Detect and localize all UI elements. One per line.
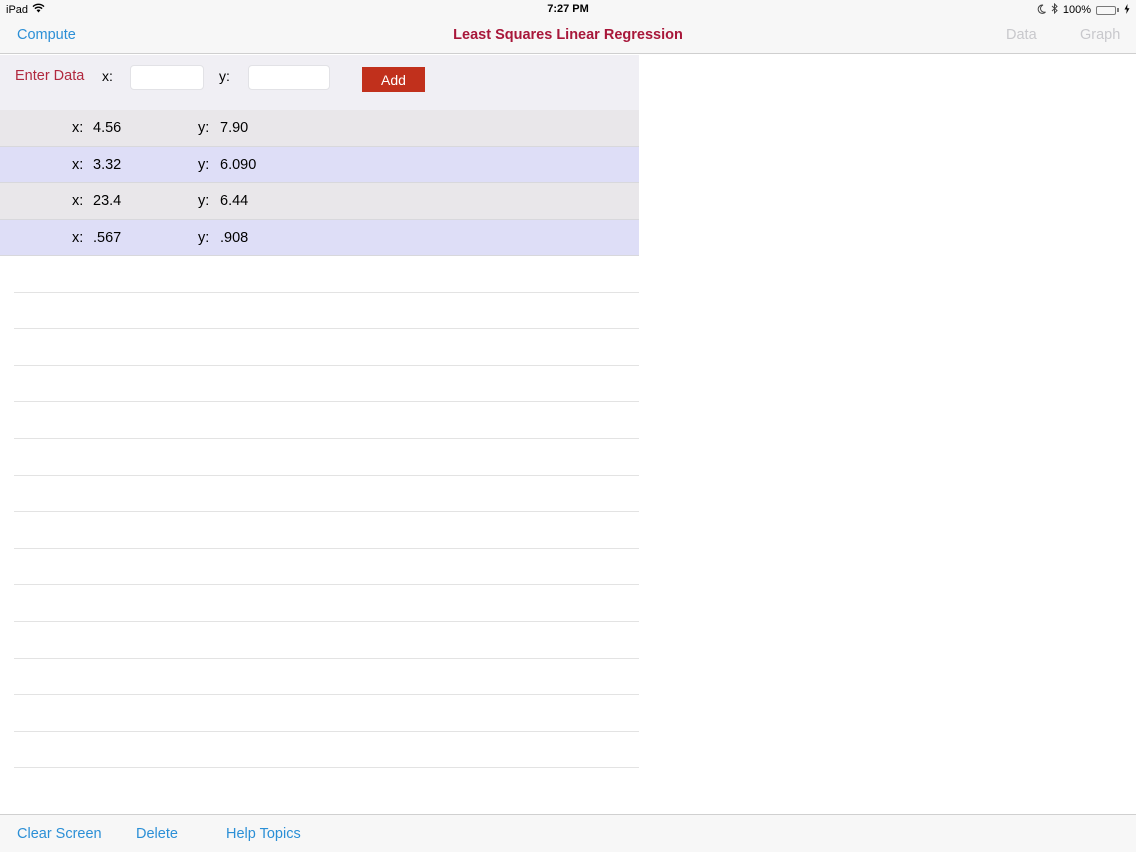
empty-row <box>14 402 639 439</box>
empty-row <box>14 476 639 513</box>
y-label: y: <box>198 229 210 246</box>
empty-table-area <box>14 256 639 769</box>
empty-row <box>14 549 639 586</box>
empty-row <box>14 293 639 330</box>
battery-icon <box>1096 5 1119 15</box>
empty-row <box>14 732 639 769</box>
charging-icon <box>1124 3 1130 17</box>
moon-icon <box>1037 3 1046 17</box>
empty-row <box>14 659 639 696</box>
x-label: x: <box>72 193 84 209</box>
help-topics-button[interactable]: Help Topics <box>226 826 301 842</box>
x-label: x: <box>72 229 84 246</box>
x-value: .567 <box>93 229 122 246</box>
y-value: 6.090 <box>220 156 257 173</box>
y-value: 7.90 <box>220 120 249 136</box>
table-row[interactable]: x: 4.56 y: 7.90 <box>0 110 639 147</box>
enter-data-label: Enter Data <box>15 68 85 84</box>
x-value: 4.56 <box>93 120 122 136</box>
bottom-toolbar: Clear Screen Delete Help Topics <box>0 814 1136 852</box>
x-field-label: x: <box>102 68 113 84</box>
x-value: 3.32 <box>93 156 122 173</box>
empty-row <box>14 256 639 293</box>
empty-row <box>14 439 639 476</box>
clear-screen-button[interactable]: Clear Screen <box>17 826 102 842</box>
add-button[interactable]: Add <box>362 67 425 92</box>
graph-button[interactable]: Graph <box>1080 27 1120 43</box>
page-title: Least Squares Linear Regression <box>453 27 683 43</box>
y-value: 6.44 <box>220 193 249 209</box>
empty-row <box>14 622 639 659</box>
table-row[interactable]: x: 3.32 y: 6.090 <box>0 146 639 183</box>
y-label: y: <box>198 120 210 136</box>
y-value: .908 <box>220 229 249 246</box>
battery-percent: 100% <box>1062 4 1091 16</box>
delete-button[interactable]: Delete <box>136 826 178 842</box>
empty-row <box>14 512 639 549</box>
data-entry-panel: Enter Data x: y: Add <box>0 55 639 110</box>
status-right: 100% <box>1037 2 1130 17</box>
data-button[interactable]: Data <box>1006 27 1037 43</box>
empty-row <box>14 695 639 732</box>
x-value: 23.4 <box>93 193 122 209</box>
y-label: y: <box>198 193 210 209</box>
empty-row <box>14 329 639 366</box>
x-label: x: <box>72 156 84 173</box>
empty-row <box>14 585 639 622</box>
navigation-bar: Compute Least Squares Linear Regression … <box>0 18 1136 54</box>
table-row[interactable]: x: .567 y: .908 <box>0 219 639 256</box>
x-input[interactable] <box>130 65 204 90</box>
y-field-label: y: <box>219 68 230 84</box>
status-bar: iPad 7:27 PM 100% <box>0 0 1136 18</box>
data-list: x: 4.56 y: 7.90 x: 3.32 y: 6.090 x: 23.4… <box>0 110 639 256</box>
y-input[interactable] <box>248 65 330 90</box>
y-label: y: <box>198 156 210 173</box>
x-label: x: <box>72 120 84 136</box>
table-row[interactable]: x: 23.4 y: 6.44 <box>0 183 639 220</box>
bluetooth-icon <box>1051 2 1058 17</box>
empty-row <box>14 366 639 403</box>
status-time: 7:27 PM <box>547 3 589 15</box>
